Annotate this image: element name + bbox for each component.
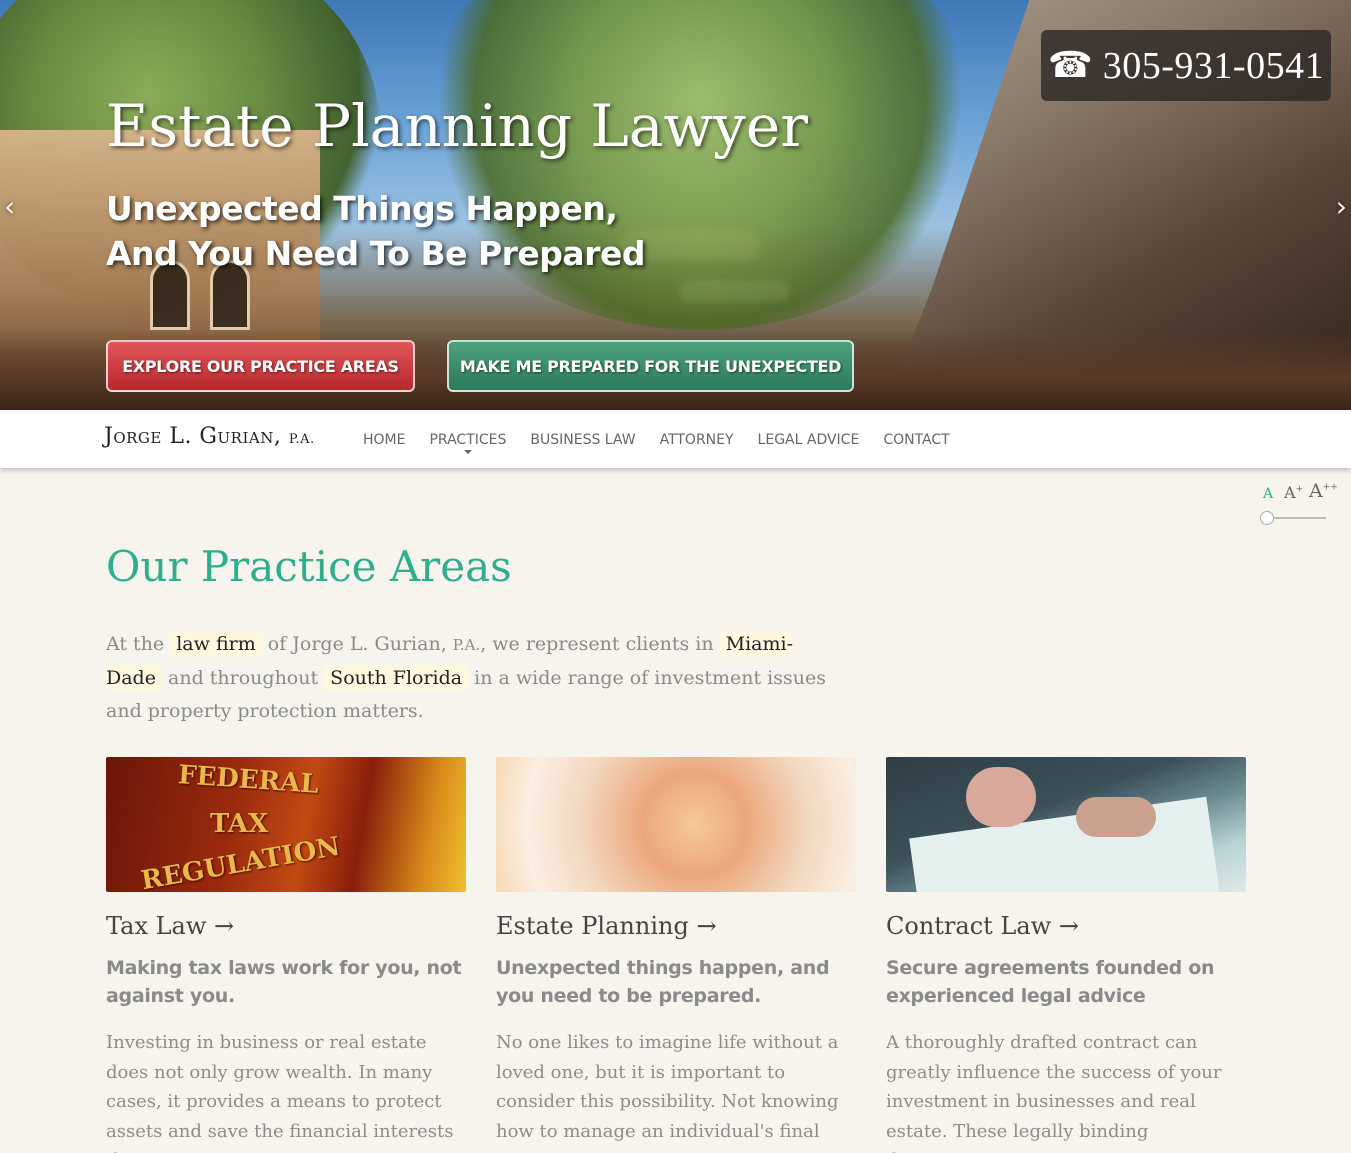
- intro-text: and throughout: [168, 667, 319, 689]
- nav-item-attorney[interactable]: ATTORNEY: [660, 432, 734, 448]
- caret-down-icon: [463, 450, 472, 454]
- make-me-prepared-button[interactable]: MAKE ME PREPARED FOR THE UNEXPECTED: [447, 340, 854, 392]
- main-navigation: Jorge L. Gurian, P.A. HOME PRACTICES BUS…: [0, 410, 1351, 468]
- intro-paragraph: At the law firm of Jorge L. Gurian, P.A.…: [106, 628, 846, 728]
- card-body: A thoroughly drafted contract can greatl…: [886, 1032, 1222, 1153]
- font-size-widget: A A+ A++: [1258, 480, 1338, 530]
- font-size-medium-sup: +: [1295, 484, 1304, 495]
- image-text: REGULATION: [138, 831, 343, 892]
- image-text: TAX: [210, 809, 269, 839]
- phone-box[interactable]: ☎ 305-931-0541: [1041, 30, 1331, 101]
- logo-suffix: P.A.: [288, 432, 315, 447]
- writing-hand: [966, 767, 1036, 827]
- south-florida-link[interactable]: South Florida: [324, 665, 469, 691]
- explore-practice-areas-button[interactable]: EXPLORE OUR PRACTICE AREAS: [106, 340, 415, 392]
- nav-item-business-law[interactable]: BUSINESS LAW: [530, 432, 635, 448]
- nav-item-legal-advice[interactable]: LEGAL ADVICE: [758, 432, 860, 448]
- card-title-contract-law[interactable]: Contract Law →: [886, 912, 1246, 940]
- card-body: No one likes to imagine life without a l…: [496, 1032, 839, 1142]
- card-body: Investing in business or real estate doe…: [106, 1032, 454, 1153]
- font-size-medium-label: A: [1284, 483, 1296, 502]
- card-subtitle: Unexpected things happen, and you need t…: [496, 957, 830, 1007]
- resting-hand: [1076, 797, 1156, 837]
- phone-icon: ☎: [1047, 44, 1093, 86]
- font-size-small[interactable]: A: [1263, 486, 1273, 502]
- tree-foliage-center: [420, 0, 980, 330]
- section-title: Our Practice Areas: [106, 542, 512, 591]
- site-logo[interactable]: Jorge L. Gurian, P.A.: [104, 424, 315, 449]
- signing-contract-image[interactable]: [886, 757, 1246, 892]
- nav-menu: HOME PRACTICES BUSINESS LAW ATTORNEY LEG…: [363, 432, 974, 454]
- card-subtitle: Secure agreements founded on experienced…: [886, 957, 1215, 1007]
- card-title-estate-planning[interactable]: Estate Planning →: [496, 912, 856, 940]
- nav-item-home[interactable]: HOME: [363, 432, 405, 448]
- practice-card-contract-law: Contract Law → Secure agreements founded…: [886, 757, 1246, 1153]
- font-size-slider-track[interactable]: [1266, 517, 1326, 519]
- intro-text: , we represent clients in: [480, 633, 714, 655]
- phone-number[interactable]: 305-931-0541: [1103, 44, 1324, 88]
- card-title-tax-law[interactable]: Tax Law →: [106, 912, 466, 940]
- baby-hand-image[interactable]: [496, 757, 856, 892]
- carousel-next-icon[interactable]: ›: [1336, 190, 1347, 223]
- practice-card-tax-law: FEDERAL TAX REGULATION Tax Law → Making …: [106, 757, 466, 1153]
- font-size-slider-handle[interactable]: [1260, 511, 1274, 525]
- hero-title: Estate Planning Lawyer: [106, 92, 808, 160]
- card-subtitle: Making tax laws work for you, not agains…: [106, 957, 462, 1007]
- intro-pa: P.A.: [452, 636, 481, 654]
- hero-banner: ☎ 305-931-0541 Estate Planning Lawyer Un…: [0, 0, 1351, 410]
- contract-paper: [909, 796, 1223, 892]
- practice-card-estate-planning: Estate Planning → Unexpected things happ…: [496, 757, 856, 1146]
- image-text: FEDERAL: [177, 760, 320, 800]
- hero-subtitle-line-2: And You Need To Be Prepared: [106, 234, 645, 273]
- intro-text: At the: [106, 633, 165, 655]
- hero-subtitle-line-1: Unexpected Things Happen,: [106, 189, 618, 228]
- font-size-large[interactable]: A++: [1309, 480, 1338, 502]
- law-firm-link[interactable]: law firm: [170, 631, 262, 657]
- nav-item-practices-label: PRACTICES: [429, 432, 507, 448]
- nav-item-practices[interactable]: PRACTICES: [429, 432, 507, 454]
- logo-name: Jorge L. Gurian,: [104, 424, 282, 449]
- hero-subtitle: Unexpected Things Happen, And You Need T…: [106, 186, 645, 276]
- intro-text: of Jorge L. Gurian,: [267, 633, 447, 655]
- font-size-large-label: A: [1309, 480, 1323, 502]
- tax-books-image[interactable]: FEDERAL TAX REGULATION: [106, 757, 466, 892]
- font-size-large-sup: ++: [1322, 482, 1338, 493]
- font-size-medium[interactable]: A+: [1284, 483, 1303, 502]
- carousel-prev-icon[interactable]: ‹: [4, 190, 15, 223]
- nav-item-contact[interactable]: CONTACT: [883, 432, 949, 448]
